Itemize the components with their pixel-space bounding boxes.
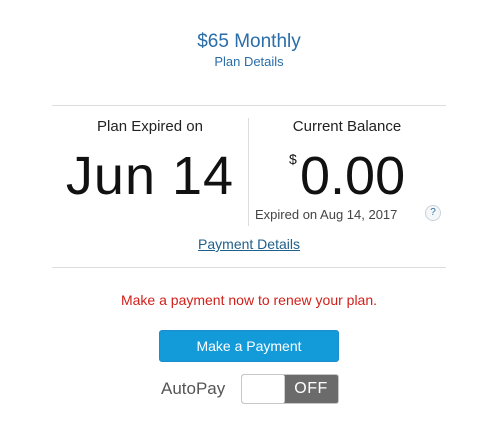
- expiry-date: Jun 14: [65, 146, 235, 206]
- plan-name: $65 Monthly: [197, 31, 301, 52]
- balance-label: Current Balance: [292, 118, 402, 135]
- top-divider: [52, 105, 446, 106]
- balance-expired-note: Expired on Aug 14, 2017: [255, 207, 398, 222]
- plan-header: $65 Monthly Plan Details: [0, 30, 486, 70]
- plan-details-link[interactable]: Plan Details: [0, 54, 486, 70]
- bottom-divider: [52, 267, 446, 268]
- autopay-toggle[interactable]: OFF: [241, 374, 339, 404]
- currency-symbol: $: [289, 151, 297, 167]
- balance-amount: 0.00: [300, 146, 406, 206]
- toggle-knob[interactable]: [242, 375, 285, 403]
- help-icon[interactable]: ?: [425, 205, 441, 221]
- autopay-label: AutoPay: [161, 379, 226, 398]
- renewal-warning: Make a payment now to renew your plan.: [120, 292, 378, 308]
- toggle-state: OFF: [294, 380, 328, 397]
- balance-panel: Current Balance $ 0.00: [249, 118, 445, 212]
- expiry-label: Plan Expired on: [97, 118, 203, 135]
- payment-details-link[interactable]: Payment Details: [0, 236, 486, 253]
- balance-amount-group: $ 0.00: [249, 146, 445, 212]
- expiry-panel: Plan Expired on Jun 14: [52, 118, 248, 206]
- make-payment-button[interactable]: Make a Payment: [159, 330, 339, 362]
